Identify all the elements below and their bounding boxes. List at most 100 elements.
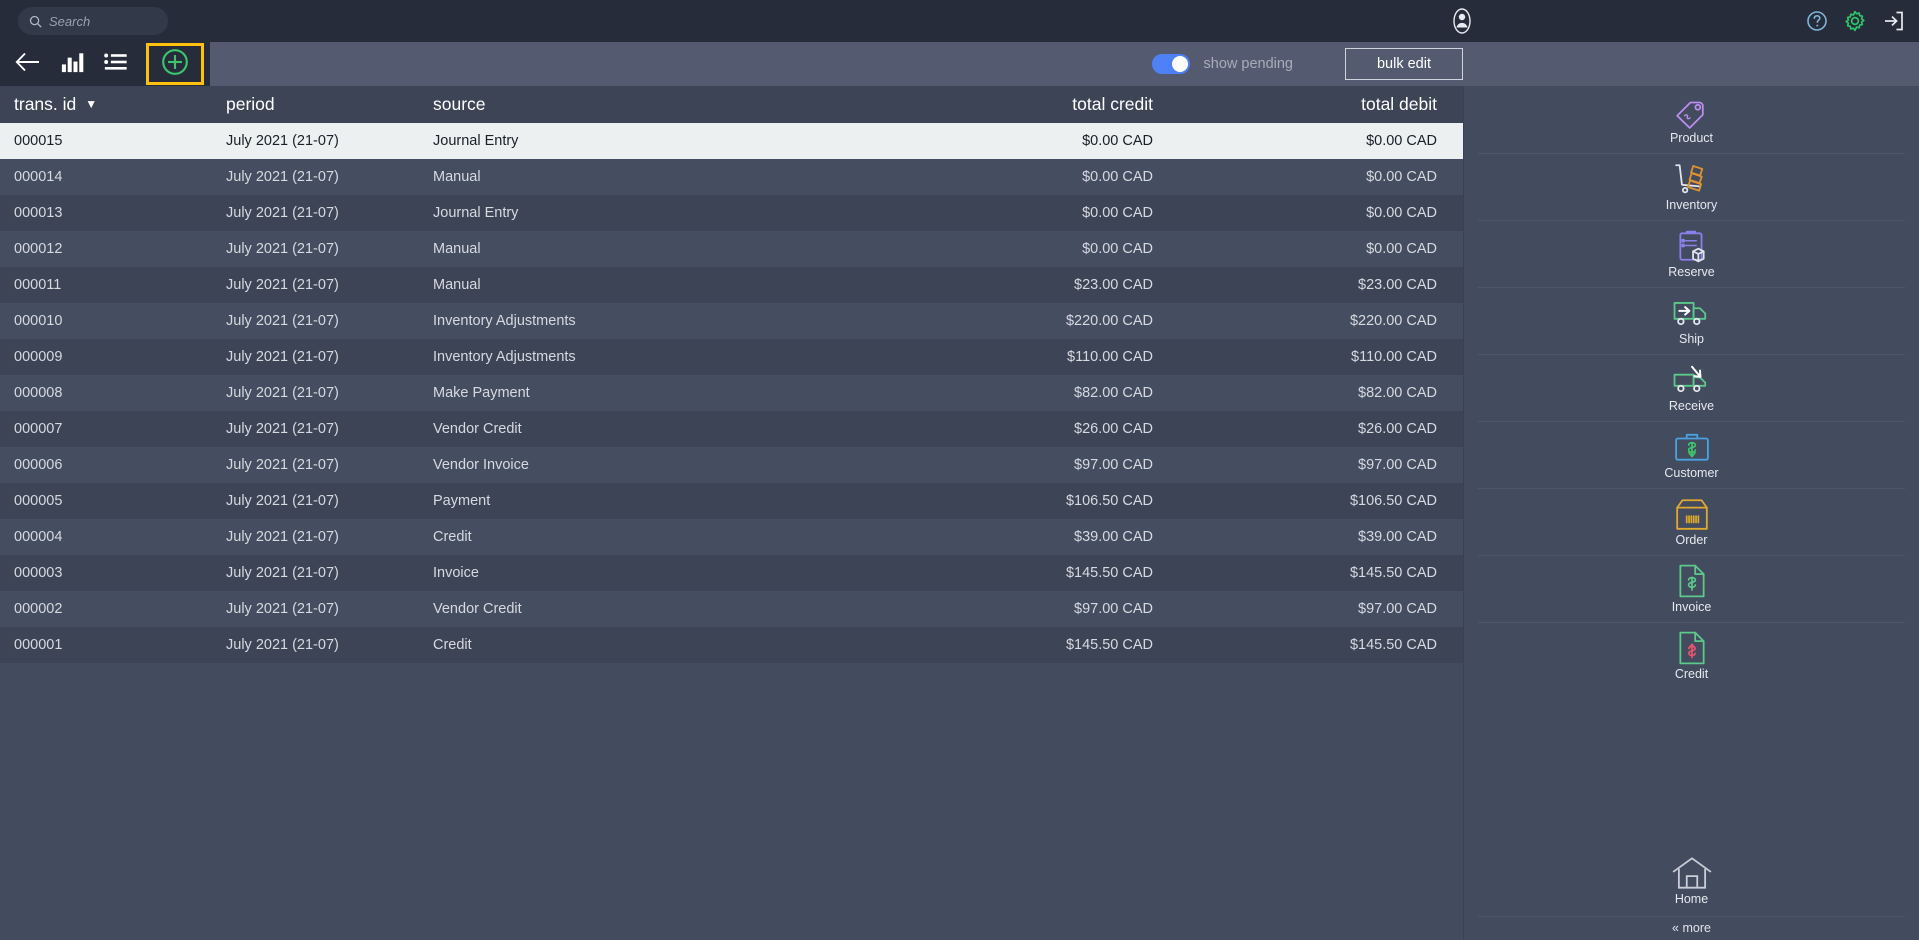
cell-debit: $0.00 CAD xyxy=(1366,241,1437,257)
table-row[interactable]: 000007 July 2021 (21-07) Vendor Credit $26.… xyxy=(0,411,1463,447)
show-pending-label: show pending xyxy=(1203,56,1294,72)
truck-arrow-in-icon xyxy=(1670,362,1714,398)
table-row[interactable]: 000001 July 2021 (21-07) Credit $145.50 CAD… xyxy=(0,627,1463,663)
cell-period: July 2021 (21-07) xyxy=(226,637,339,653)
cell-source: Vendor Credit xyxy=(433,601,522,617)
column-header-trans-id[interactable]: trans. id ▼ xyxy=(0,86,212,123)
cell-credit: $97.00 CAD xyxy=(1074,601,1153,617)
user-avatar-icon[interactable] xyxy=(1448,7,1476,35)
clipboard-box-icon xyxy=(1670,228,1714,264)
toggle-knob xyxy=(1171,56,1188,72)
sidebar-item-invoice[interactable]: Invoice xyxy=(1464,555,1919,622)
cell-id: 000011 xyxy=(14,277,62,293)
logout-icon[interactable] xyxy=(1881,9,1905,33)
table-row[interactable]: 000013 July 2021 (21-07) Journal Entry $0.0… xyxy=(0,195,1463,231)
sidebar-label-order: Order xyxy=(1675,533,1708,547)
cell-source: Credit xyxy=(433,637,472,653)
list-view-button[interactable] xyxy=(94,42,138,86)
sidebar-item-order[interactable]: Order xyxy=(1464,488,1919,555)
cell-id: 000014 xyxy=(14,169,63,185)
table-row[interactable]: 000010 July 2021 (21-07) Inventory Adjustm… xyxy=(0,303,1463,339)
sidebar-item-reserve[interactable]: Reserve xyxy=(1464,220,1919,287)
column-header-period[interactable]: period xyxy=(212,86,419,123)
truck-arrow-out-icon xyxy=(1670,295,1714,331)
search-input[interactable] xyxy=(49,13,158,29)
table-row[interactable]: 000009 July 2021 (21-07) Inventory Adjustm… xyxy=(0,339,1463,375)
column-header-total-debit[interactable]: total debit xyxy=(1179,86,1463,123)
show-pending-toggle[interactable] xyxy=(1151,54,1190,74)
toolbar-left-group xyxy=(0,42,210,86)
table-row[interactable]: 000015 July 2021 (21-07) Journal Entry $0.0… xyxy=(0,123,1463,159)
cell-debit: $0.00 CAD xyxy=(1366,205,1437,221)
search-box[interactable] xyxy=(18,7,168,35)
cell-period: July 2021 (21-07) xyxy=(226,277,339,293)
cell-credit: $145.50 CAD xyxy=(1065,637,1153,653)
sidebar-item-ship[interactable]: Ship xyxy=(1464,287,1919,354)
cell-credit: $82.00 CAD xyxy=(1074,385,1153,401)
gear-icon[interactable] xyxy=(1843,9,1867,33)
cell-debit: $220.00 CAD xyxy=(1349,313,1437,329)
cell-id: 000013 xyxy=(14,205,63,221)
cell-period: July 2021 (21-07) xyxy=(226,529,339,545)
sidebar-label-credit: Credit xyxy=(1674,667,1709,681)
sidebar-item-home[interactable]: Home xyxy=(1464,844,1919,916)
cell-credit: $220.00 CAD xyxy=(1065,313,1153,329)
cell-credit: $0.00 CAD xyxy=(1082,133,1153,149)
sort-desc-caret-icon[interactable]: ▼ xyxy=(85,97,97,111)
briefcase-dollar-icon xyxy=(1670,429,1714,465)
sidebar-label-ship: Ship xyxy=(1678,332,1705,346)
cell-id: 000006 xyxy=(14,457,63,473)
table-row[interactable]: 000003 July 2021 (21-07) Invoice $145.50 CA… xyxy=(0,555,1463,591)
table-row[interactable]: 000002 July 2021 (21-07) Vendor Credit $97.… xyxy=(0,591,1463,627)
cell-debit: $0.00 CAD xyxy=(1366,133,1437,149)
transactions-panel: trans. id ▼ period source total credit to… xyxy=(0,86,1463,940)
list-icon xyxy=(103,49,129,80)
table-row[interactable]: 000005 July 2021 (21-07) Payment $106.50 CA… xyxy=(0,483,1463,519)
cell-credit: $0.00 CAD xyxy=(1082,169,1153,185)
top-bar xyxy=(0,0,1919,42)
cell-period: July 2021 (21-07) xyxy=(226,133,339,149)
sidebar-item-inventory[interactable]: Inventory xyxy=(1464,153,1919,220)
body-region: trans. id ▼ period source total credit to… xyxy=(0,86,1919,940)
sidebar-label-receive: Receive xyxy=(1668,399,1715,413)
table-row[interactable]: 000008 July 2021 (21-07) Make Payment $82.0… xyxy=(0,375,1463,411)
table-row[interactable]: 000014 July 2021 (21-07) Manual $0.00 CAD $0… xyxy=(0,159,1463,195)
back-button[interactable] xyxy=(6,42,50,86)
sidebar-more-button[interactable]: « more xyxy=(1464,916,1919,940)
table-body: 000015 July 2021 (21-07) Journal Entry $0.0… xyxy=(0,123,1463,663)
cell-credit: $0.00 CAD xyxy=(1082,241,1153,257)
sidebar-item-customer[interactable]: Customer xyxy=(1464,421,1919,488)
column-header-total-credit[interactable]: total credit xyxy=(849,86,1179,123)
cell-source: Manual xyxy=(433,241,481,257)
cell-debit: $26.00 CAD xyxy=(1358,421,1437,437)
cell-id: 000009 xyxy=(14,349,63,365)
sidebar-label-invoice: Invoice xyxy=(1671,600,1712,614)
document-credit-icon xyxy=(1670,630,1714,666)
cell-source: Inventory Adjustments xyxy=(433,349,576,365)
table-row[interactable]: 000006 July 2021 (21-07) Vendor Invoice $97… xyxy=(0,447,1463,483)
sidebar-label-product: Product xyxy=(1669,131,1714,145)
cell-credit: $39.00 CAD xyxy=(1074,529,1153,545)
cell-debit: $0.00 CAD xyxy=(1366,169,1437,185)
cell-debit: $97.00 CAD xyxy=(1358,601,1437,617)
price-tag-icon xyxy=(1670,94,1714,130)
table-row[interactable]: 000004 July 2021 (21-07) Credit $39.00 CAD $… xyxy=(0,519,1463,555)
cell-debit: $23.00 CAD xyxy=(1358,277,1437,293)
sidebar-item-product[interactable]: Product xyxy=(1464,86,1919,153)
chart-view-button[interactable] xyxy=(50,42,94,86)
add-transaction-button[interactable] xyxy=(146,43,204,85)
table-row[interactable]: 000012 July 2021 (21-07) Manual $0.00 CAD $0… xyxy=(0,231,1463,267)
cell-period: July 2021 (21-07) xyxy=(226,457,339,473)
cell-credit: $26.00 CAD xyxy=(1074,421,1153,437)
column-header-source[interactable]: source xyxy=(419,86,849,123)
bulk-edit-button[interactable]: bulk edit xyxy=(1345,48,1463,80)
cell-debit: $82.00 CAD xyxy=(1358,385,1437,401)
transactions-table: trans. id ▼ period source total credit to… xyxy=(0,86,1463,663)
cell-credit: $23.00 CAD xyxy=(1074,277,1153,293)
box-barcode-icon xyxy=(1670,496,1714,532)
sidebar-item-credit[interactable]: Credit xyxy=(1464,622,1919,689)
sidebar-item-receive[interactable]: Receive xyxy=(1464,354,1919,421)
table-row[interactable]: 000011 July 2021 (21-07) Manual $23.00 CAD $… xyxy=(0,267,1463,303)
table-head: trans. id ▼ period source total credit to… xyxy=(0,86,1463,123)
help-circle-icon[interactable] xyxy=(1805,9,1829,33)
